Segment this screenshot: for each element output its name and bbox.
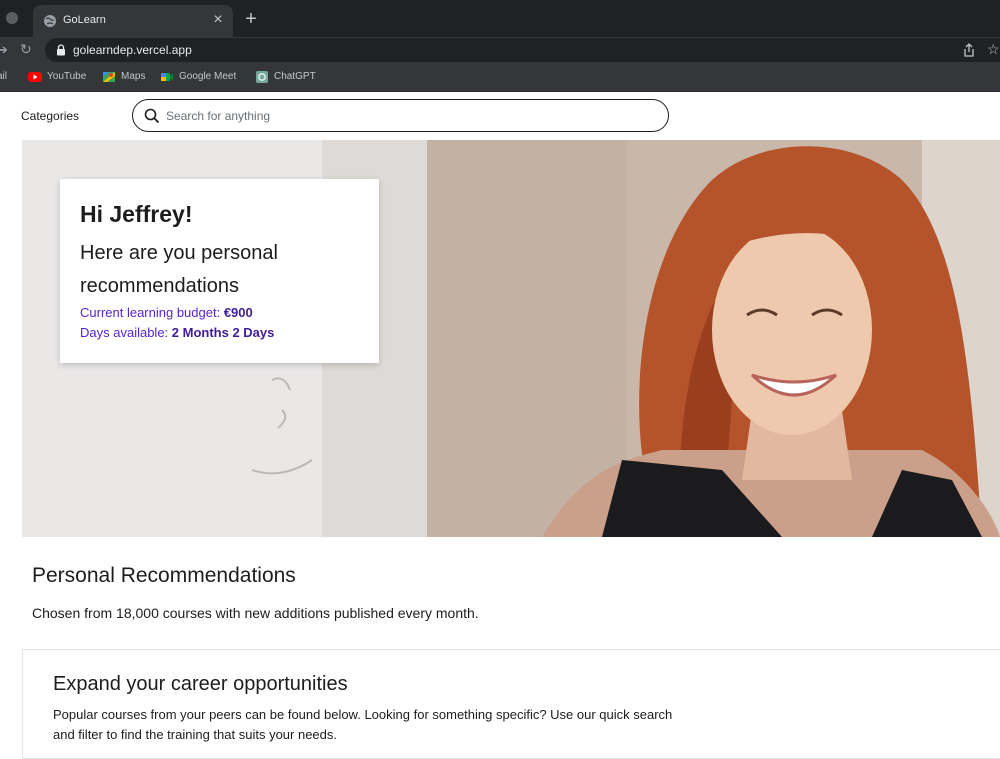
recommendations-subtitle: Chosen from 18,000 courses with new addi… xyxy=(32,605,479,621)
learning-budget: Current learning budget: €900 xyxy=(80,305,253,320)
bookmark-label: ail xyxy=(0,71,8,82)
greeting-subtitle: Here are you personal recommendations xyxy=(80,242,278,297)
site-header: Categories xyxy=(0,92,1000,140)
recommendations-title: Personal Recommendations xyxy=(32,564,296,587)
bookmark-star-icon[interactable]: ☆ xyxy=(987,41,1000,58)
bookmarks-bar: ail YouTube Maps Google Meet ChatGPT xyxy=(0,64,1000,92)
forward-icon[interactable]: ➔ xyxy=(0,42,8,58)
budget-value: €900 xyxy=(223,305,253,320)
days-available: Days available: 2 Months 2 Days xyxy=(80,325,274,340)
days-label: Days available: xyxy=(80,325,172,340)
categories-menu[interactable]: Categories xyxy=(21,109,79,123)
browser-toolbar: ➔ ↻ golearndep.vercel.app xyxy=(0,37,1000,64)
bookmark-label: Google Meet xyxy=(179,71,237,82)
maps-icon xyxy=(103,72,115,82)
budget-label: Current learning budget: xyxy=(80,305,224,320)
career-section: Expand your career opportunities Popular… xyxy=(22,649,1000,759)
globe-icon xyxy=(44,15,56,27)
greeting-heading: Hi Jeffrey! xyxy=(80,201,193,227)
share-icon[interactable] xyxy=(963,43,975,57)
browser-tab[interactable]: GoLearn × xyxy=(33,5,233,37)
search-bar[interactable] xyxy=(132,99,669,132)
bookmark-label: YouTube xyxy=(47,71,87,82)
bookmark-label: Maps xyxy=(121,71,146,82)
career-description: Popular courses from your peers can be f… xyxy=(53,707,673,742)
address-bar[interactable]: golearndep.vercel.app xyxy=(45,38,1000,62)
search-input[interactable] xyxy=(166,107,646,125)
search-icon[interactable] xyxy=(144,108,160,124)
lock-icon xyxy=(57,44,65,56)
reload-icon[interactable]: ↻ xyxy=(20,41,32,58)
tab-title: GoLearn xyxy=(63,14,106,26)
chatgpt-icon xyxy=(256,71,268,83)
bookmark-label: ChatGPT xyxy=(274,71,316,82)
days-value: 2 Months 2 Days xyxy=(171,325,275,340)
window-control-dot[interactable] xyxy=(6,12,18,24)
career-title: Expand your career opportunities xyxy=(53,673,348,695)
recommendation-card: Hi Jeffrey! Here are you personal recomm… xyxy=(60,179,379,363)
url-text: golearndep.vercel.app xyxy=(73,43,192,57)
new-tab-button[interactable]: + xyxy=(242,9,260,29)
browser-tab-bar: GoLearn × + xyxy=(0,0,1000,37)
youtube-icon xyxy=(28,72,42,82)
google-meet-icon xyxy=(161,73,173,81)
close-icon[interactable]: × xyxy=(211,11,225,29)
